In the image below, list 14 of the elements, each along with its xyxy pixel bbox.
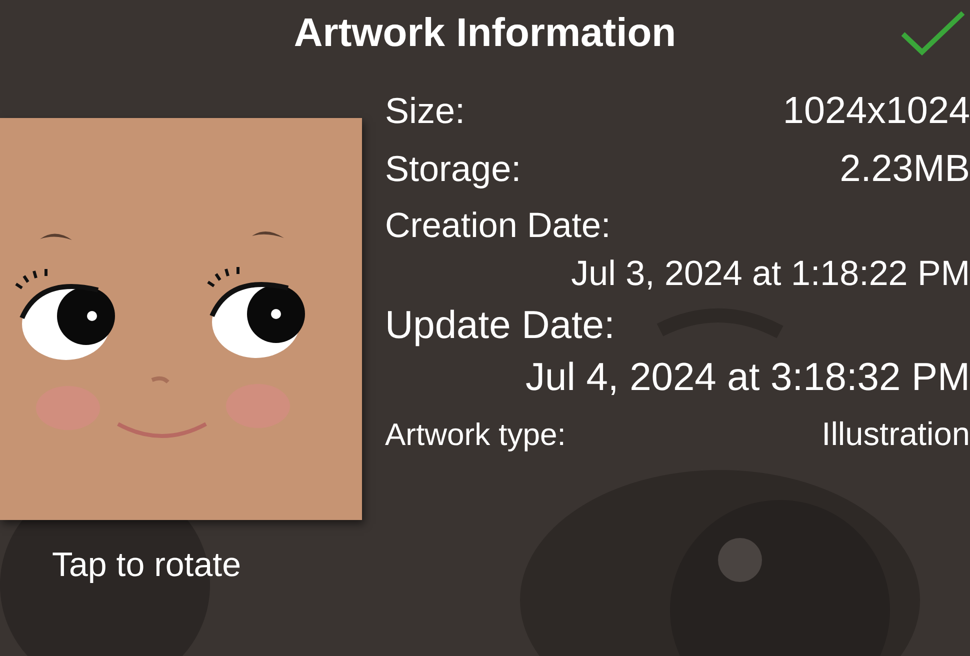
detail-value: 1024x1024	[782, 90, 970, 133]
detail-value: 2.23MB	[840, 148, 970, 191]
cartoon-face-drawing[interactable]	[0, 118, 362, 520]
detail-value: Illustration	[822, 416, 970, 453]
window-title: Artwork Information	[294, 10, 676, 56]
detail-label: Creation Date:	[385, 206, 612, 246]
detail-label: Size:	[385, 90, 466, 132]
detail-value: Jul 3, 2024 at 1:18:22 PM	[571, 254, 970, 294]
checkmark-icon[interactable]	[900, 10, 966, 56]
rotate-hint[interactable]: Tap to rotate	[52, 546, 242, 585]
detail-label: Storage:	[385, 148, 522, 190]
detail-label: Update Date:	[385, 304, 616, 348]
detail-value: Jul 4, 2024 at 3:18:32 PM	[526, 356, 970, 400]
detail-label: Artwork type:	[385, 417, 566, 453]
